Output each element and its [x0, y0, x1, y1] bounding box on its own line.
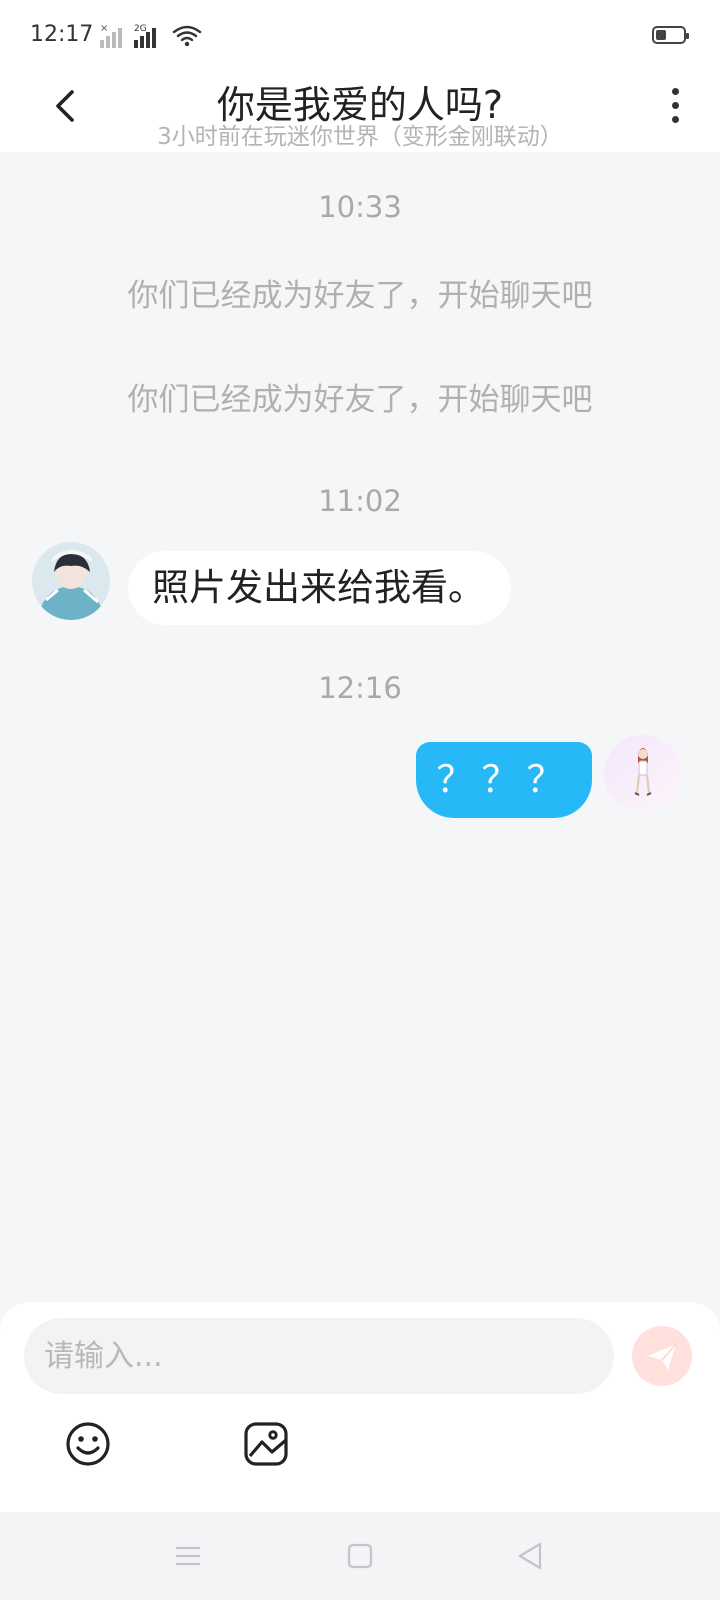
message-composer — [0, 1302, 720, 1512]
battery-icon — [652, 26, 689, 44]
message-timestamp: 11:02 — [318, 484, 402, 518]
send-button[interactable] — [632, 1326, 692, 1386]
user-avatar[interactable] — [604, 735, 682, 813]
svg-text:×: × — [100, 23, 108, 34]
message-timestamp: 12:16 — [318, 671, 402, 705]
chat-subtitle: 3小时前在玩迷你世界（变形金刚联动） — [157, 124, 563, 150]
message-timestamp: 10:33 — [318, 190, 402, 224]
home-icon[interactable] — [344, 1540, 376, 1572]
status-bar: 12:17 × 2G — [0, 0, 720, 72]
wifi-icon — [172, 25, 202, 42]
outgoing-message-bubble[interactable]: ？？？ — [416, 742, 592, 818]
back-nav-icon[interactable] — [514, 1540, 546, 1572]
network-type-label: 2G — [134, 24, 147, 34]
system-message: 你们已经成为好友了，开始聊天吧 — [127, 382, 593, 418]
menu-icon[interactable] — [172, 1540, 204, 1572]
send-icon — [648, 1343, 677, 1370]
image-picker-icon[interactable] — [242, 1420, 290, 1468]
system-navigation-bar — [0, 1512, 720, 1600]
contact-avatar[interactable] — [32, 542, 110, 620]
signal-icon: × 2G — [100, 23, 202, 48]
more-options-icon[interactable] — [660, 82, 690, 130]
message-list[interactable]: 10:33 你们已经成为好友了，开始聊天吧 你们已经成为好友了，开始聊天吧 11… — [0, 152, 720, 1302]
system-message: 你们已经成为好友了，开始聊天吧 — [127, 278, 593, 314]
emoji-icon[interactable] — [64, 1420, 112, 1468]
chat-header: 你是我爱的人吗? 3小时前在玩迷你世界（变形金刚联动） — [0, 72, 720, 152]
message-input[interactable] — [24, 1318, 614, 1394]
status-time: 12:17 — [30, 22, 94, 47]
incoming-message-bubble[interactable]: 照片发出来给我看。 — [128, 551, 511, 625]
